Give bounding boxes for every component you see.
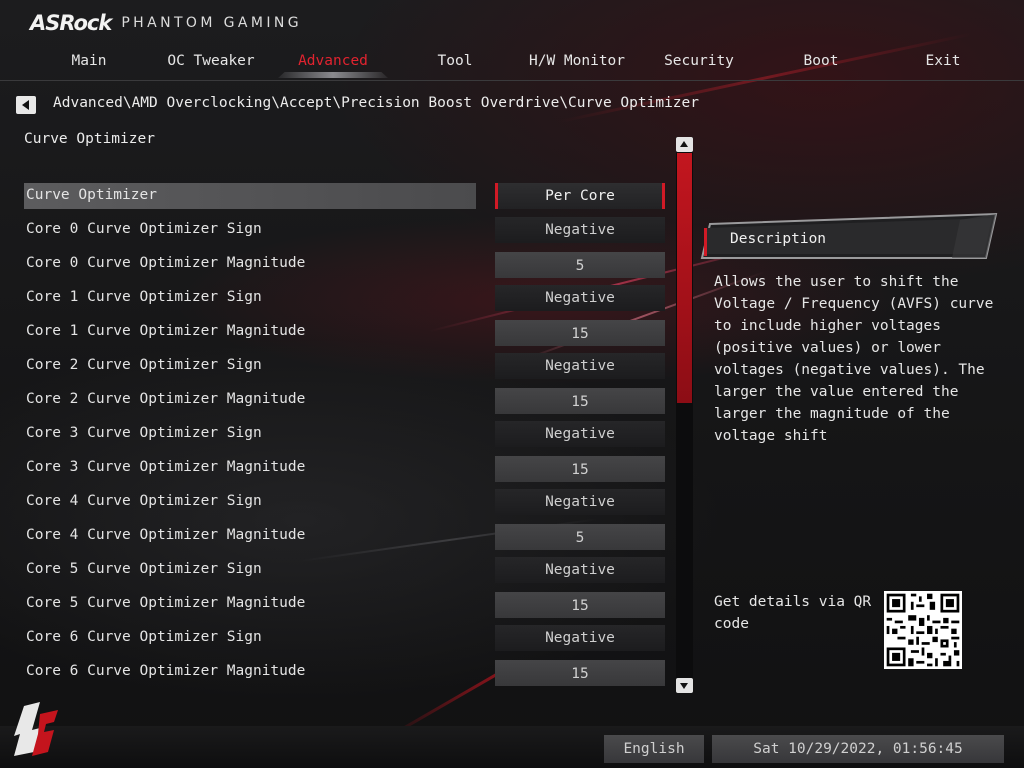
brand-logo: ASRock PHANTOM GAMING — [30, 10, 302, 36]
tab-advanced[interactable]: Advanced — [272, 48, 394, 78]
setting-row-core3-magnitude[interactable]: Core 3 Curve Optimizer Magnitude — [24, 455, 476, 481]
scroll-thumb[interactable] — [677, 153, 692, 403]
setting-label: Core 0 Curve Optimizer Sign — [26, 221, 262, 237]
language-button[interactable]: English — [604, 735, 704, 763]
qr-caption: Get details via QR code — [714, 594, 872, 632]
tab-exit[interactable]: Exit — [882, 48, 1004, 78]
setting-value-curve-optimizer[interactable]: Per Core — [495, 183, 665, 209]
description-text: Allows the user to shift the Voltage / F… — [714, 274, 994, 444]
setting-label: Core 4 Curve Optimizer Magnitude — [26, 527, 306, 543]
setting-value-core2-sign[interactable]: Negative — [495, 353, 665, 379]
setting-row-core3-sign[interactable]: Core 3 Curve Optimizer Sign — [24, 421, 476, 447]
tab-security[interactable]: Security — [638, 48, 760, 78]
tab-boot[interactable]: Boot — [760, 48, 882, 78]
setting-value-core6-sign[interactable]: Negative — [495, 625, 665, 651]
setting-label: Core 3 Curve Optimizer Magnitude — [26, 459, 306, 475]
tab-main[interactable]: Main — [28, 48, 150, 78]
setting-label: Core 5 Curve Optimizer Sign — [26, 561, 262, 577]
scroll-down-icon[interactable] — [676, 678, 693, 693]
datetime-display: Sat 10/29/2022, 01:56:45 — [712, 735, 1004, 763]
settings-scrollbar[interactable] — [676, 137, 693, 693]
setting-row-curve-optimizer[interactable]: Curve Optimizer — [24, 183, 476, 209]
setting-value-core0-magnitude[interactable]: 5 — [495, 252, 665, 278]
setting-label: Core 5 Curve Optimizer Magnitude — [26, 595, 306, 611]
qr-code-icon — [884, 591, 962, 669]
setting-label: Core 6 Curve Optimizer Sign — [26, 629, 262, 645]
setting-value-core4-sign[interactable]: Negative — [495, 489, 665, 515]
setting-row-core2-magnitude[interactable]: Core 2 Curve Optimizer Magnitude — [24, 387, 476, 413]
setting-label: Core 0 Curve Optimizer Magnitude — [26, 255, 306, 271]
setting-row-core4-sign[interactable]: Core 4 Curve Optimizer Sign — [24, 489, 476, 515]
breadcrumb: Advanced\AMD Overclocking\Accept\Precisi… — [53, 95, 700, 111]
setting-row-core1-sign[interactable]: Core 1 Curve Optimizer Sign — [24, 285, 476, 311]
setting-label: Core 1 Curve Optimizer Sign — [26, 289, 262, 305]
setting-value-core3-magnitude[interactable]: 15 — [495, 456, 665, 482]
brand-name: ASRock — [30, 11, 112, 35]
page-title: Curve Optimizer — [24, 131, 155, 147]
setting-row-core1-magnitude[interactable]: Core 1 Curve Optimizer Magnitude — [24, 319, 476, 345]
setting-label: Core 6 Curve Optimizer Magnitude — [26, 663, 306, 679]
setting-value-core5-sign[interactable]: Negative — [495, 557, 665, 583]
setting-label: Curve Optimizer — [26, 187, 157, 203]
setting-row-core5-sign[interactable]: Core 5 Curve Optimizer Sign — [24, 557, 476, 583]
setting-label: Core 2 Curve Optimizer Sign — [26, 357, 262, 373]
tab-hw-monitor[interactable]: H/W Monitor — [516, 48, 638, 78]
setting-label: Core 3 Curve Optimizer Sign — [26, 425, 262, 441]
setting-row-core2-sign[interactable]: Core 2 Curve Optimizer Sign — [24, 353, 476, 379]
setting-label: Core 1 Curve Optimizer Magnitude — [26, 323, 306, 339]
setting-row-core5-magnitude[interactable]: Core 5 Curve Optimizer Magnitude — [24, 591, 476, 617]
setting-row-core0-magnitude[interactable]: Core 0 Curve Optimizer Magnitude — [24, 251, 476, 277]
brand-subtitle: PHANTOM GAMING — [121, 15, 303, 31]
setting-value-core5-magnitude[interactable]: 15 — [495, 592, 665, 618]
phantom-gaming-logo-icon — [14, 702, 58, 756]
setting-value-core3-sign[interactable]: Negative — [495, 421, 665, 447]
tab-oc-tweaker[interactable]: OC Tweaker — [150, 48, 272, 78]
setting-row-core6-sign[interactable]: Core 6 Curve Optimizer Sign — [24, 625, 476, 651]
setting-value-core2-magnitude[interactable]: 15 — [495, 388, 665, 414]
tab-tool[interactable]: Tool — [394, 48, 516, 78]
main-nav: Main OC Tweaker Advanced Tool H/W Monito… — [28, 48, 1004, 78]
setting-value-core4-magnitude[interactable]: 5 — [495, 524, 665, 550]
setting-row-core6-magnitude[interactable]: Core 6 Curve Optimizer Magnitude — [24, 659, 476, 685]
back-arrow-icon[interactable] — [16, 96, 36, 114]
description-title: Description — [730, 231, 827, 247]
setting-value-core0-sign[interactable]: Negative — [495, 217, 665, 243]
scroll-up-icon[interactable] — [676, 137, 693, 152]
setting-row-core0-sign[interactable]: Core 0 Curve Optimizer Sign — [24, 217, 476, 243]
setting-value-core6-magnitude[interactable]: 15 — [495, 660, 665, 686]
setting-value-core1-magnitude[interactable]: 15 — [495, 320, 665, 346]
nav-divider — [0, 80, 1024, 81]
setting-label: Core 2 Curve Optimizer Magnitude — [26, 391, 306, 407]
setting-value-core1-sign[interactable]: Negative — [495, 285, 665, 311]
setting-row-core4-magnitude[interactable]: Core 4 Curve Optimizer Magnitude — [24, 523, 476, 549]
setting-label: Core 4 Curve Optimizer Sign — [26, 493, 262, 509]
